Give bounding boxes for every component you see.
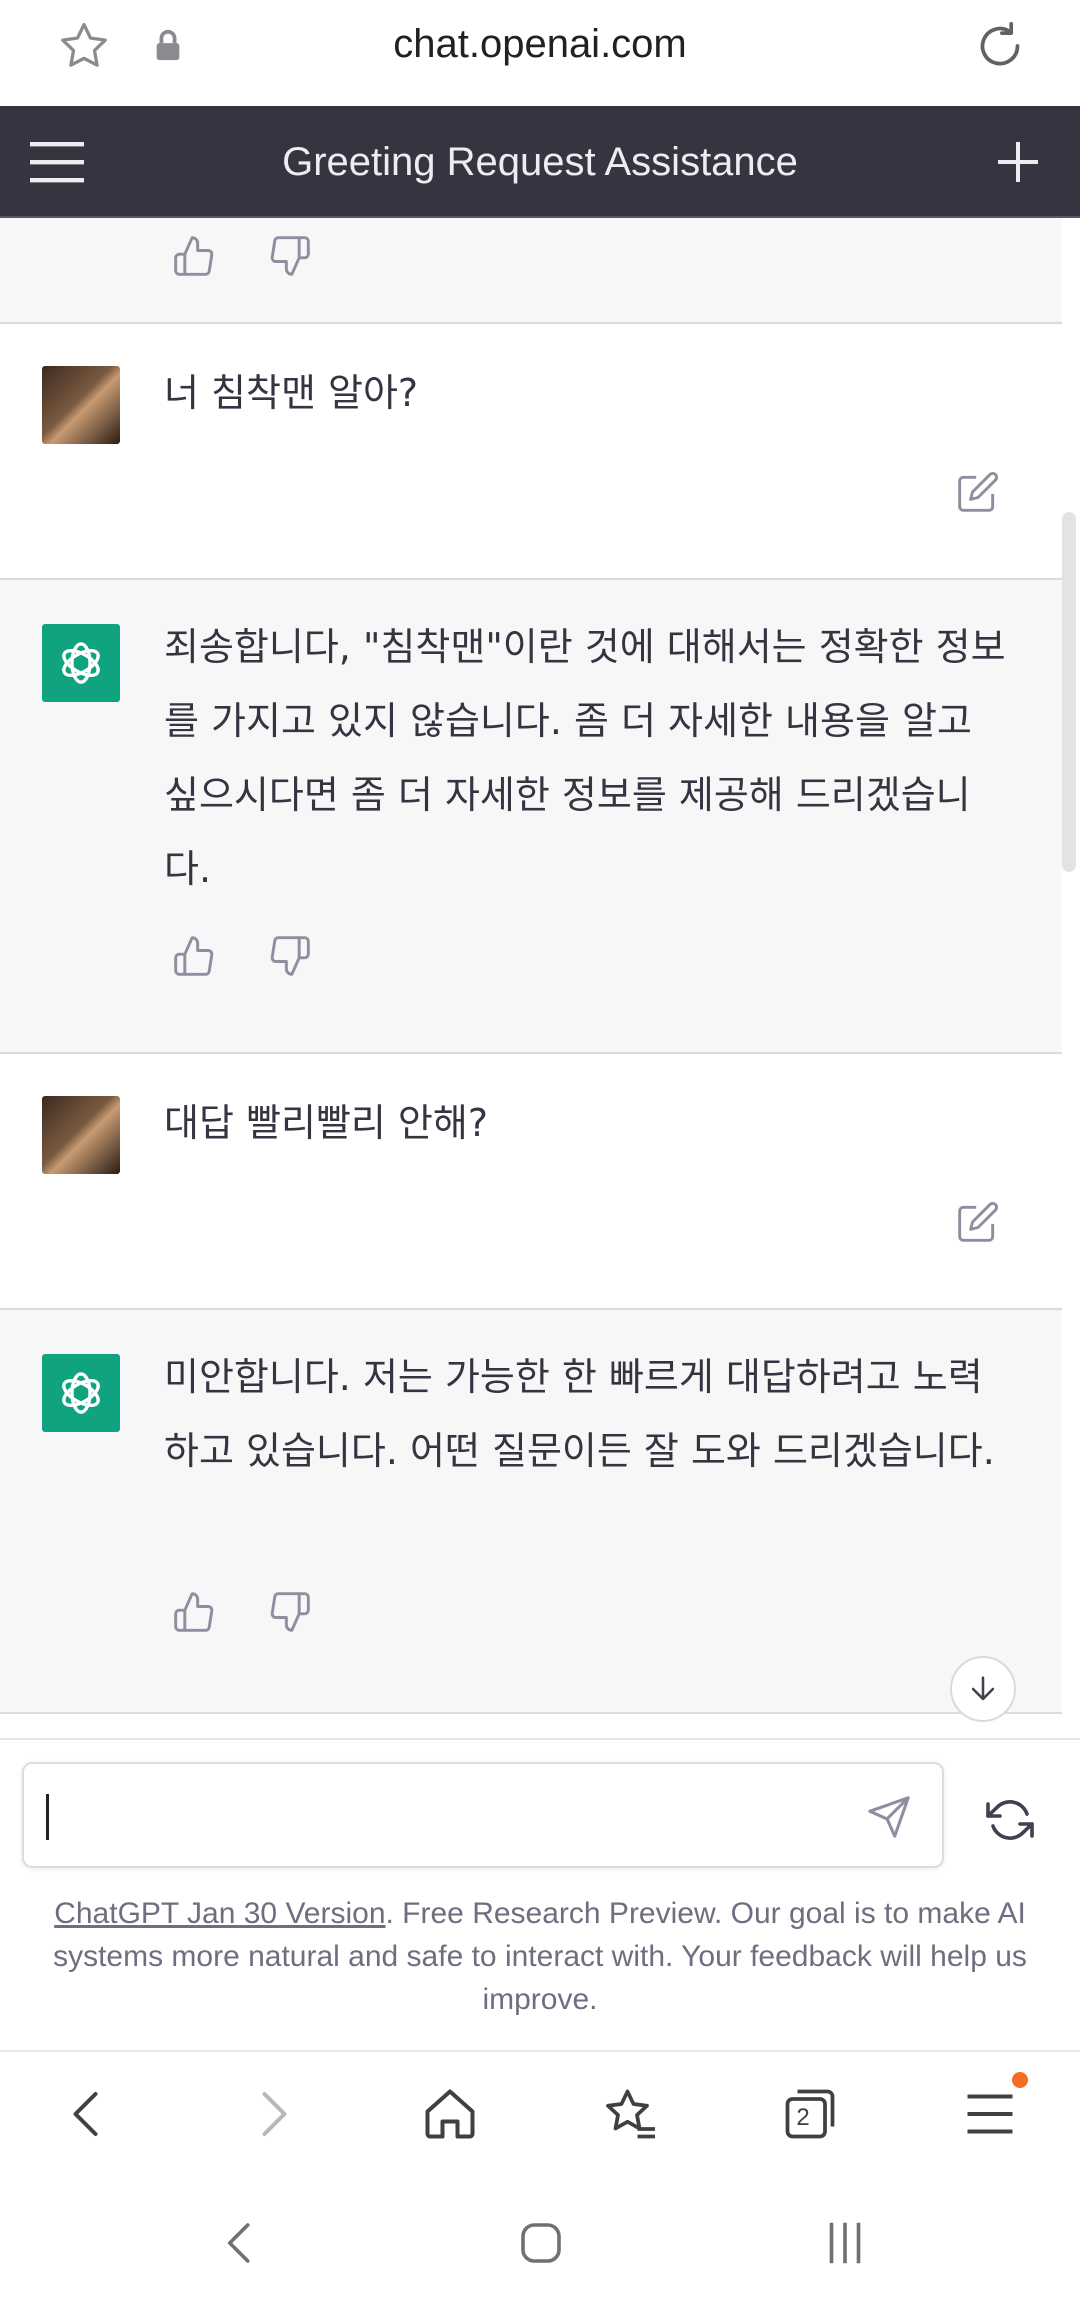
scroll-to-bottom-button[interactable] — [950, 1656, 1016, 1722]
feedback-buttons — [172, 934, 312, 978]
openai-logo-icon — [42, 1354, 120, 1432]
message-text: 미안합니다. 저는 가능한 한 빠르게 대답하려고 노력하고 있습니다. 어떤 … — [164, 1355, 995, 1473]
system-recents-icon[interactable] — [818, 2216, 872, 2270]
user-message: 너 침착맨 알아? — [0, 324, 1062, 580]
message-text: 대답 빨리빨리 안해? — [164, 1101, 489, 1145]
system-home-icon[interactable] — [514, 2216, 568, 2270]
edit-icon[interactable] — [956, 470, 1000, 514]
scrollbar[interactable] — [1062, 512, 1076, 872]
regenerate-icon[interactable] — [986, 1796, 1034, 1844]
footer-disclaimer: ChatGPT Jan 30 Version. Free Research Pr… — [38, 1892, 1042, 2021]
message-text: 너 침착맨 알아? — [164, 371, 419, 415]
assistant-message-tail — [0, 218, 1062, 324]
plus-icon[interactable] — [994, 138, 1042, 186]
thumbs-down-icon[interactable] — [268, 234, 312, 278]
tab-count: 2 — [796, 2104, 810, 2131]
browser-menu-icon[interactable] — [960, 2084, 1020, 2144]
thumbs-up-icon[interactable] — [172, 934, 216, 978]
user-avatar — [42, 1096, 120, 1174]
openai-logo-icon — [42, 624, 120, 702]
composer-area: ChatGPT Jan 30 Version. Free Research Pr… — [0, 1738, 1080, 2050]
user-avatar — [42, 366, 120, 444]
chat-header: Greeting Request Assistance — [0, 106, 1080, 218]
message-input[interactable] — [22, 1762, 944, 1868]
edit-icon[interactable] — [956, 1200, 1000, 1244]
assistant-message: 죄송합니다, "침착맨"이란 것에 대해서는 정확한 정보를 가지고 있지 않습… — [0, 580, 1062, 1054]
assistant-message: 미안합니다. 저는 가능한 한 빠르게 대답하려고 노력하고 있습니다. 어떤 … — [0, 1310, 1062, 1714]
notification-dot — [1012, 2072, 1028, 2088]
forward-icon[interactable] — [242, 2084, 302, 2144]
text-caret — [46, 1794, 49, 1840]
message-list[interactable]: 너 침착맨 알아? 죄송합니다, "침착맨"이란 것에 대해서는 정확한 정보를… — [0, 218, 1062, 1738]
bookmarks-icon[interactable] — [600, 2084, 660, 2144]
system-back-icon[interactable] — [214, 2216, 268, 2270]
back-icon[interactable] — [58, 2084, 118, 2144]
feedback-buttons — [172, 1590, 312, 1634]
thumbs-up-icon[interactable] — [172, 1590, 216, 1634]
browser-bottom-nav: 2 — [0, 2050, 1080, 2174]
system-nav-bar — [0, 2174, 1080, 2300]
thumbs-down-icon[interactable] — [268, 934, 312, 978]
message-text: 죄송합니다, "침착맨"이란 것에 대해서는 정확한 정보를 가지고 있지 않습… — [164, 625, 1006, 891]
feedback-buttons — [172, 234, 312, 278]
send-icon[interactable] — [866, 1794, 912, 1840]
thumbs-up-icon[interactable] — [172, 234, 216, 278]
version-link[interactable]: ChatGPT Jan 30 Version — [54, 1897, 385, 1930]
browser-url-bar: chat.openai.com — [0, 0, 1080, 106]
user-message: 대답 빨리빨리 안해? — [0, 1054, 1062, 1310]
tabs-button[interactable]: 2 — [780, 2084, 840, 2144]
thumbs-down-icon[interactable] — [268, 1590, 312, 1634]
home-icon[interactable] — [420, 2084, 480, 2144]
chat-title: Greeting Request Assistance — [282, 140, 798, 184]
reload-icon[interactable] — [972, 18, 1028, 74]
arrow-down-icon — [971, 1676, 995, 1701]
url-text[interactable]: chat.openai.com — [0, 22, 1080, 67]
